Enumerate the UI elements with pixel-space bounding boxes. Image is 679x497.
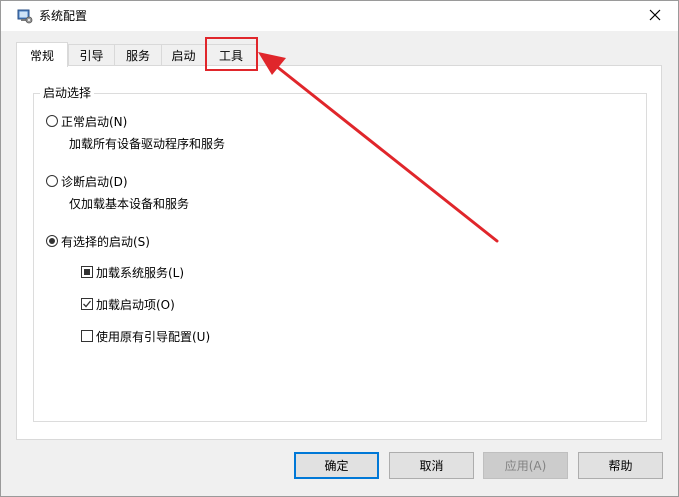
checkbox-indeterminate[interactable] (81, 266, 93, 278)
checkbox-checked[interactable] (81, 298, 93, 310)
radio-button-checked[interactable] (46, 235, 58, 247)
group-label: 启动选择 (40, 85, 95, 101)
checkmark-icon (83, 300, 92, 308)
use-original-boot-config-label: 使用原有引导配置(U) (96, 329, 211, 344)
normal-startup-description: 加载所有设备驱动程序和服务 (69, 137, 226, 151)
tab-boot[interactable]: 引导 (68, 44, 115, 66)
checkbox-unchecked[interactable] (81, 330, 93, 342)
msconfig-app-icon (17, 8, 33, 24)
load-startup-items-label: 加载启动项(O) (96, 297, 175, 312)
title-bar: 系统配置 (1, 1, 678, 31)
diagnostic-startup-description: 仅加载基本设备和服务 (69, 197, 190, 211)
close-button[interactable] (632, 1, 678, 31)
tab-general[interactable]: 常规 (16, 42, 68, 67)
diagnostic-startup-radio[interactable]: 诊断启动(D) (46, 173, 128, 189)
load-system-services-label: 加载系统服务(L) (96, 265, 185, 280)
cancel-button[interactable]: 取消 (389, 452, 474, 479)
window-title: 系统配置 (39, 9, 88, 23)
diagnostic-startup-label: 诊断启动(D) (61, 174, 128, 189)
normal-startup-label: 正常启动(N) (61, 114, 128, 129)
selective-startup-label: 有选择的启动(S) (61, 234, 150, 249)
ok-button[interactable]: 确定 (294, 452, 379, 479)
normal-startup-radio[interactable]: 正常启动(N) (46, 113, 127, 129)
close-icon (649, 9, 661, 24)
tab-services[interactable]: 服务 (114, 44, 162, 66)
help-button[interactable]: 帮助 (578, 452, 663, 479)
load-startup-items-checkbox[interactable]: 加载启动项(O) (81, 296, 175, 312)
load-system-services-checkbox[interactable]: 加载系统服务(L) (81, 264, 184, 280)
general-tab-panel: 启动选择 正常启动(N) 加载所有设备驱动程序和服务 诊断启动(D) 仅加载基本… (16, 65, 662, 440)
radio-button[interactable] (46, 115, 58, 127)
tab-startup[interactable]: 启动 (161, 44, 206, 66)
radio-button[interactable] (46, 175, 58, 187)
selective-startup-radio[interactable]: 有选择的启动(S) (46, 233, 150, 249)
system-config-window: 系统配置 常规 引导 服务 启动 工具 启动选择 正常启动(N) 加载所有设备驱… (0, 0, 679, 497)
apply-button[interactable]: 应用(A) (483, 452, 568, 479)
use-original-boot-config-checkbox[interactable]: 使用原有引导配置(U) (81, 328, 210, 344)
tab-tools[interactable]: 工具 (205, 44, 257, 66)
